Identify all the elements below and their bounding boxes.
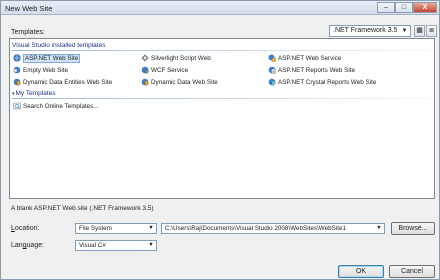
language-label: Language:: [11, 242, 45, 249]
small-icons-view-button[interactable]: ≣: [426, 25, 437, 37]
template-label: Search Online Templates...: [23, 102, 99, 110]
empty-web-site-icon: [13, 66, 21, 74]
close-button[interactable]: X: [413, 2, 437, 13]
web-service-icon: [268, 54, 276, 62]
ok-button[interactable]: OK: [338, 265, 384, 278]
browse-button[interactable]: Browse...: [391, 222, 435, 235]
wcf-service-icon: [141, 66, 149, 74]
my-templates-header: ▾My Templates: [12, 89, 432, 99]
template-aspnet-web-service[interactable]: ASP.NET Web Service: [268, 53, 341, 63]
reports-web-site-icon: [268, 66, 276, 74]
language-value: Visual C#: [79, 242, 106, 249]
chevron-down-icon: ▼: [401, 28, 408, 34]
template-wcf-service[interactable]: WCF Service: [141, 65, 188, 75]
location-path-value: C:\Users\Raj\Documents\Visual Studio 200…: [165, 225, 346, 232]
window-controls: – □ X: [377, 2, 437, 13]
template-label: Dynamic Data Entities Web Site: [23, 78, 113, 86]
template-dynamic-data-entities-web-site[interactable]: Dynamic Data Entities Web Site: [13, 77, 112, 87]
template-search-online-templates[interactable]: Search Online Templates...: [13, 101, 99, 111]
title-bar[interactable]: New Web Site – □ X: [1, 1, 439, 15]
template-description: A blank ASP.NET Web site (.NET Framework…: [11, 205, 154, 212]
template-label: Silverlight Script Web: [151, 54, 211, 62]
small-icons-icon: ≣: [428, 27, 435, 34]
template-label: Empty Web Site: [23, 66, 69, 74]
template-label: ASP.NET Reports Web Site: [278, 66, 355, 74]
template-aspnet-reports-web-site[interactable]: ASP.NET Reports Web Site: [268, 65, 355, 75]
location-type-value: File System: [79, 225, 112, 232]
large-icons-icon: ▦: [416, 27, 423, 34]
cancel-button[interactable]: Cancel: [389, 265, 435, 278]
dynamic-data-entities-icon: [13, 78, 21, 86]
installed-templates-header: Visual Studio installed templates: [12, 41, 432, 51]
maximize-button[interactable]: □: [395, 2, 413, 13]
group-divider: [12, 98, 432, 99]
framework-value: .NET Framework 3.5: [333, 27, 398, 34]
location-label: Location:: [11, 225, 40, 232]
search-online-icon: [13, 102, 21, 110]
window-title: New Web Site: [5, 4, 53, 13]
template-dynamic-data-web-site[interactable]: Dynamic Data Web Site: [141, 77, 218, 87]
location-path-combobox[interactable]: C:\Users\Raj\Documents\Visual Studio 200…: [161, 223, 385, 234]
template-label: Dynamic Data Web Site: [151, 78, 218, 86]
chevron-down-icon: ▼: [147, 224, 155, 233]
new-web-site-dialog: New Web Site – □ X Templates: .NET Frame…: [0, 0, 440, 280]
my-templates-header-text: My Templates: [15, 90, 56, 97]
chevron-down-icon: ▼: [375, 224, 383, 233]
framework-select[interactable]: .NET Framework 3.5 ▼: [329, 25, 411, 37]
template-label: WCF Service: [151, 66, 189, 74]
installed-templates-header-text: Visual Studio installed templates: [12, 42, 106, 49]
large-icons-view-button[interactable]: ▦: [414, 25, 425, 37]
chevron-down-icon: ▼: [147, 241, 155, 250]
location-type-select[interactable]: File System ▼: [75, 223, 157, 234]
template-label: ASP.NET Crystal Reports Web Site: [278, 78, 377, 86]
group-divider: [12, 50, 432, 51]
silverlight-icon: [141, 54, 149, 62]
template-aspnet-crystal-reports-web-site[interactable]: ASP.NET Crystal Reports Web Site: [268, 77, 376, 87]
template-empty-web-site[interactable]: Empty Web Site: [13, 65, 68, 75]
language-select[interactable]: Visual C# ▼: [75, 240, 157, 251]
dynamic-data-web-site-icon: [141, 78, 149, 86]
template-label: ASP.NET Web Service: [278, 54, 342, 62]
crystal-reports-icon: [268, 78, 276, 86]
aspnet-web-site-icon: [13, 54, 21, 62]
minimize-button[interactable]: –: [377, 2, 395, 13]
template-silverlight-script-web[interactable]: Silverlight Script Web: [141, 53, 211, 63]
template-aspnet-web-site[interactable]: ASP.NET Web Site: [13, 53, 81, 63]
collapse-caret-icon: ▾: [12, 91, 15, 97]
templates-list[interactable]: Visual Studio installed templates ASP.NE…: [9, 38, 435, 199]
template-label: ASP.NET Web Site: [23, 53, 81, 63]
templates-label: Templates:: [11, 29, 45, 36]
